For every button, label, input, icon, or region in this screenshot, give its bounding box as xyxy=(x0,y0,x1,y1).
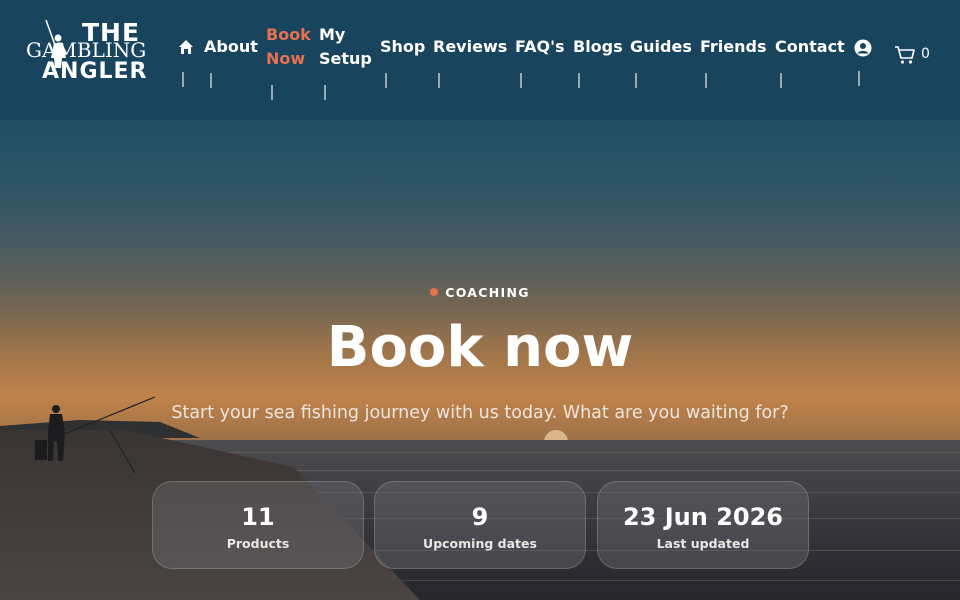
cart-icon[interactable] xyxy=(894,45,916,65)
accent-dot-icon xyxy=(430,288,439,296)
nav-separator xyxy=(705,73,707,88)
stat-label: Last updated xyxy=(656,536,750,551)
nav-separator xyxy=(271,85,273,100)
logo-text-angler: ANGLER xyxy=(42,59,148,84)
nav-item-contact[interactable]: Contact xyxy=(775,35,845,59)
nav-separator xyxy=(635,73,637,88)
nav-item-faqs[interactable]: FAQ's xyxy=(515,35,565,59)
logo-text-gambling: GAMBLING xyxy=(26,38,147,62)
stats-row: 11 Products 9 Upcoming dates 23 Jun 2026… xyxy=(152,481,809,569)
cart-count[interactable]: 0 xyxy=(921,46,930,62)
nav-item-my-setup[interactable]: My Setup xyxy=(319,23,372,71)
nav-item-my-setup-line2: Setup xyxy=(319,49,372,68)
nav-separator xyxy=(858,71,860,86)
stat-card-products: 11 Products xyxy=(152,481,364,569)
nav-item-shop[interactable]: Shop xyxy=(380,35,425,59)
home-icon[interactable] xyxy=(178,39,194,55)
nav-item-book-now-line1: Book xyxy=(266,25,311,44)
nav-item-my-setup-line1: My xyxy=(319,25,346,44)
stat-label: Products xyxy=(226,536,290,551)
nav-separator xyxy=(780,73,782,88)
nav-separator xyxy=(438,73,440,88)
hero-eyebrow-text: COACHING xyxy=(445,285,530,300)
nav-separator xyxy=(578,73,580,88)
stat-card-upcoming-dates: 9 Upcoming dates xyxy=(374,481,586,569)
nav-item-book-now[interactable]: Book Now xyxy=(266,23,311,71)
nav-separator xyxy=(210,73,212,88)
stat-label: Upcoming dates xyxy=(423,536,537,551)
stat-value: 9 xyxy=(471,503,489,531)
nav-separator xyxy=(324,85,326,100)
nav-separator xyxy=(182,72,184,87)
nav-item-blogs[interactable]: Blogs xyxy=(573,35,623,59)
hero-eyebrow: COACHING xyxy=(0,285,960,300)
stat-value: 11 xyxy=(241,503,275,531)
hero-subtitle: Start your sea fishing journey with us t… xyxy=(171,403,789,423)
stat-value: 23 Jun 2026 xyxy=(622,503,783,531)
nav-separator xyxy=(385,73,387,88)
page-title: Book now xyxy=(326,315,634,380)
nav-item-guides[interactable]: Guides xyxy=(630,35,692,59)
site-header: THE GAMBLING ANGLER About Book Now My Se… xyxy=(0,0,960,120)
user-circle-icon[interactable] xyxy=(854,39,872,57)
stat-card-last-updated: 23 Jun 2026 Last updated xyxy=(597,481,809,569)
nav-separator xyxy=(520,73,522,88)
nav-item-reviews[interactable]: Reviews xyxy=(433,35,507,59)
nav-item-about[interactable]: About xyxy=(204,35,258,59)
nav-item-friends[interactable]: Friends xyxy=(700,35,767,59)
nav-item-book-now-line2: Now xyxy=(266,49,306,68)
site-logo[interactable]: THE GAMBLING ANGLER xyxy=(26,18,172,84)
